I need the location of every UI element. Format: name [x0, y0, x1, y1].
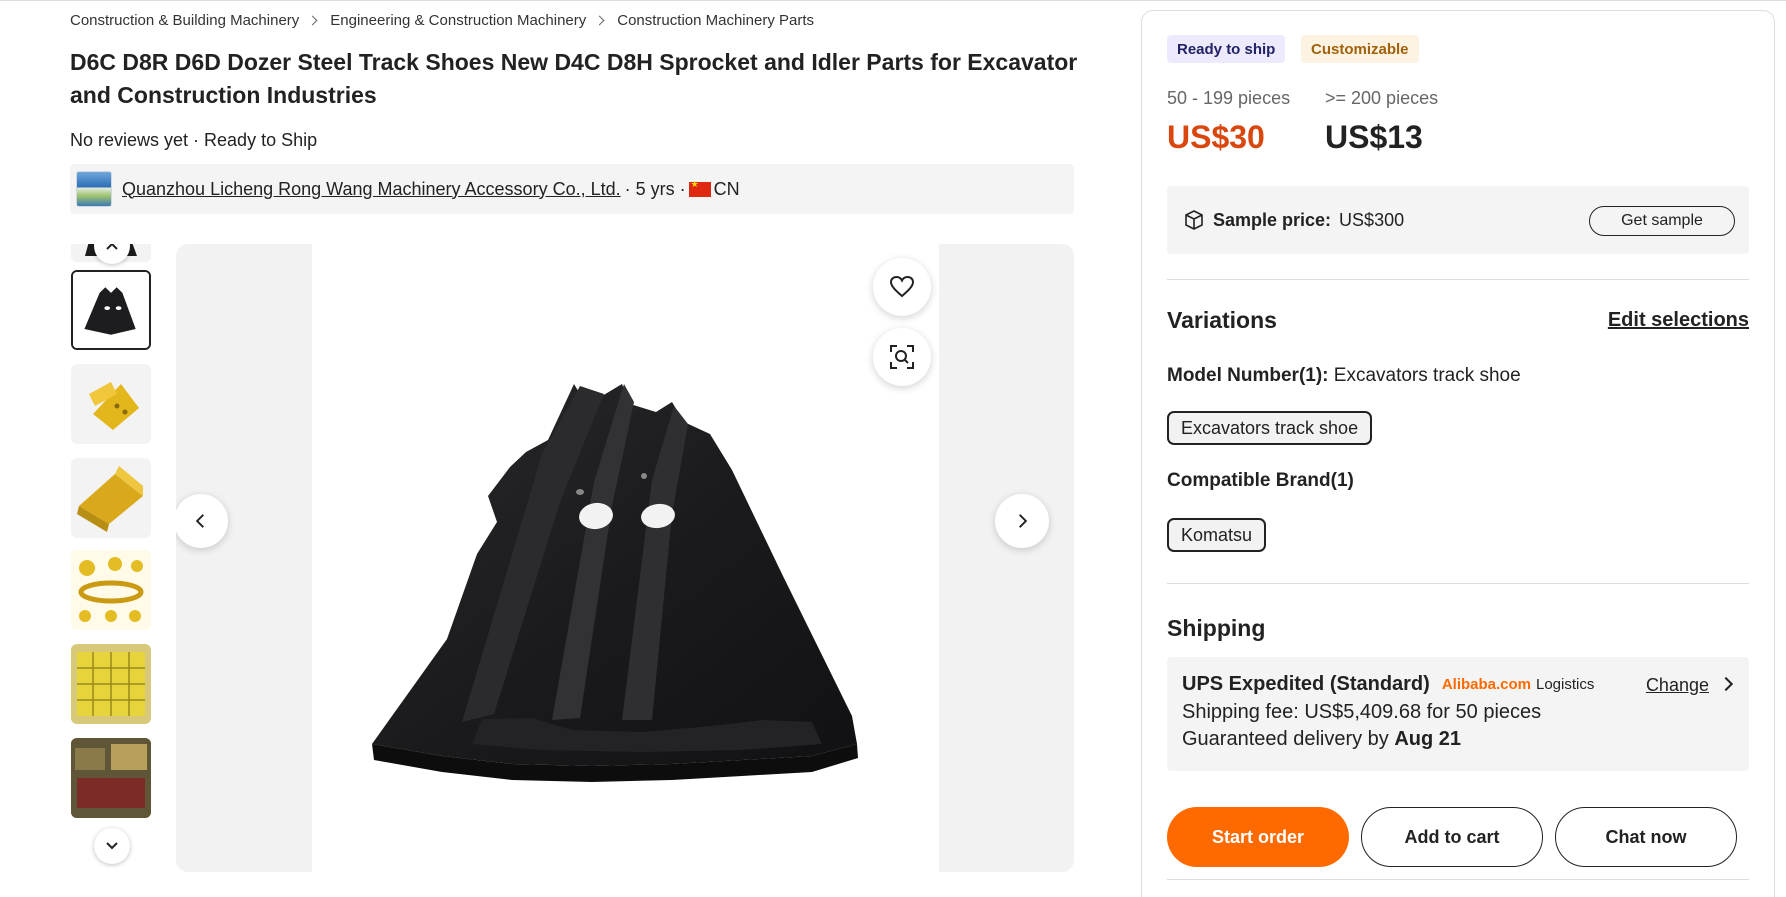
section-divider [1167, 279, 1749, 280]
shipping-box: UPS Expedited (Standard) Alibaba.com Log… [1167, 657, 1749, 771]
track-shoe-image [372, 384, 858, 782]
model-number-row: Model Number(1): Excavators track shoe [1167, 365, 1521, 387]
favorite-button[interactable] [873, 258, 931, 316]
model-number-label: Model Number(1): [1167, 365, 1329, 386]
compatible-brand-row: Compatible Brand(1) [1167, 470, 1354, 492]
image-search-icon [890, 345, 914, 369]
model-number-value: Excavators track shoe [1333, 365, 1521, 386]
top-divider [0, 0, 1786, 1]
next-image-button[interactable] [995, 494, 1049, 548]
thumbnail-list [70, 244, 152, 872]
chat-now-button[interactable]: Chat now [1555, 807, 1737, 867]
sample-price-box: Sample price: US$300 Get sample [1167, 186, 1749, 254]
add-to-cart-button[interactable]: Add to cart [1361, 807, 1543, 867]
shipping-method: UPS Expedited (Standard) [1182, 672, 1430, 695]
delivery-date: Aug 21 [1394, 728, 1462, 750]
purchase-panel: Ready to ship Customizable 50 - 199 piec… [1141, 10, 1775, 897]
price-tier-1-price: US$30 [1167, 119, 1265, 155]
alibaba-logo: Alibaba.com [1441, 675, 1531, 693]
edit-selections-link[interactable]: Edit selections [1608, 309, 1749, 332]
supplier-logo [76, 171, 112, 207]
chevron-up-icon [106, 244, 118, 250]
customizable-badge: Customizable [1301, 35, 1419, 63]
breadcrumb-link-engineering-construction[interactable]: Engineering & Construction Machinery [330, 12, 586, 29]
ready-to-ship-badge: Ready to ship [1167, 35, 1286, 63]
breadcrumb-link-machinery-parts[interactable]: Construction Machinery Parts [617, 12, 814, 29]
model-option-chip[interactable]: Excavators track shoe [1167, 411, 1373, 445]
delivery-guarantee: Guaranteed delivery by Aug 21 [1182, 726, 1734, 753]
thumbnails-scroll-down-button[interactable] [94, 828, 130, 864]
cube-icon [1185, 210, 1203, 230]
thumbnail-parts-stack[interactable] [71, 738, 151, 818]
image-search-button[interactable] [873, 328, 931, 386]
review-status: No reviews yet · Ready to Ship [70, 130, 318, 150]
thumbnail-track-shoe[interactable] [71, 270, 151, 350]
supplier-name-link[interactable]: Quanzhou Licheng Rong Wang Machinery Acc… [122, 179, 621, 200]
thumbnail-yellow-bracket-2[interactable] [71, 458, 151, 538]
thumbnail-yellow-crate[interactable] [71, 644, 151, 724]
supplier-years: · 5 yrs · [624, 178, 686, 199]
previous-image-button[interactable] [176, 494, 228, 548]
section-divider [1167, 583, 1749, 584]
logistics-label: Logistics [1536, 675, 1595, 693]
supplier-meta: · 5 yrs · CN [625, 179, 740, 200]
section-divider [1167, 879, 1749, 880]
breadcrumb: Construction & Building Machinery Engine… [70, 12, 814, 29]
compatible-brand-label: Compatible Brand(1) [1167, 470, 1354, 491]
chevron-left-icon [195, 514, 204, 528]
price-tier-2-price: US$13 [1325, 119, 1423, 155]
get-sample-button[interactable]: Get sample [1589, 206, 1735, 236]
heart-icon [889, 275, 915, 298]
thumbnail-yellow-parts-set[interactable] [71, 550, 151, 630]
sample-price-label: Sample price: [1213, 209, 1332, 230]
breadcrumb-link-construction-building[interactable]: Construction & Building Machinery [70, 12, 299, 29]
variations-title: Variations [1167, 307, 1277, 333]
change-shipping-link[interactable]: Change [1646, 675, 1709, 696]
thumbnail-yellow-bracket-1[interactable] [71, 364, 151, 444]
price-tier-1-quantity: 50 - 199 pieces [1167, 88, 1291, 108]
price-tier-2-quantity: >= 200 pieces [1325, 88, 1439, 108]
product-photo [312, 244, 939, 872]
start-order-button[interactable]: Start order [1167, 807, 1349, 867]
chevron-right-icon [307, 15, 318, 26]
chevron-right-icon [594, 15, 605, 26]
chevron-right-icon [1019, 514, 1028, 528]
brand-option-chip[interactable]: Komatsu [1167, 518, 1267, 552]
chevron-down-icon [106, 842, 118, 850]
main-product-image [176, 244, 1074, 872]
sample-price-value: US$300 [1339, 209, 1405, 230]
shipping-fee: Shipping fee: US$5,409.68 for 50 pieces [1182, 701, 1542, 723]
supplier-bar: Quanzhou Licheng Rong Wang Machinery Acc… [70, 164, 1074, 214]
product-title: D6C D8R D6D Dozer Steel Track Shoes New … [70, 49, 1078, 108]
supplier-country: CN [713, 178, 740, 199]
china-flag-icon [688, 179, 711, 197]
delivery-prefix: Guaranteed delivery by [1182, 728, 1389, 750]
shipping-title: Shipping [1167, 615, 1266, 641]
